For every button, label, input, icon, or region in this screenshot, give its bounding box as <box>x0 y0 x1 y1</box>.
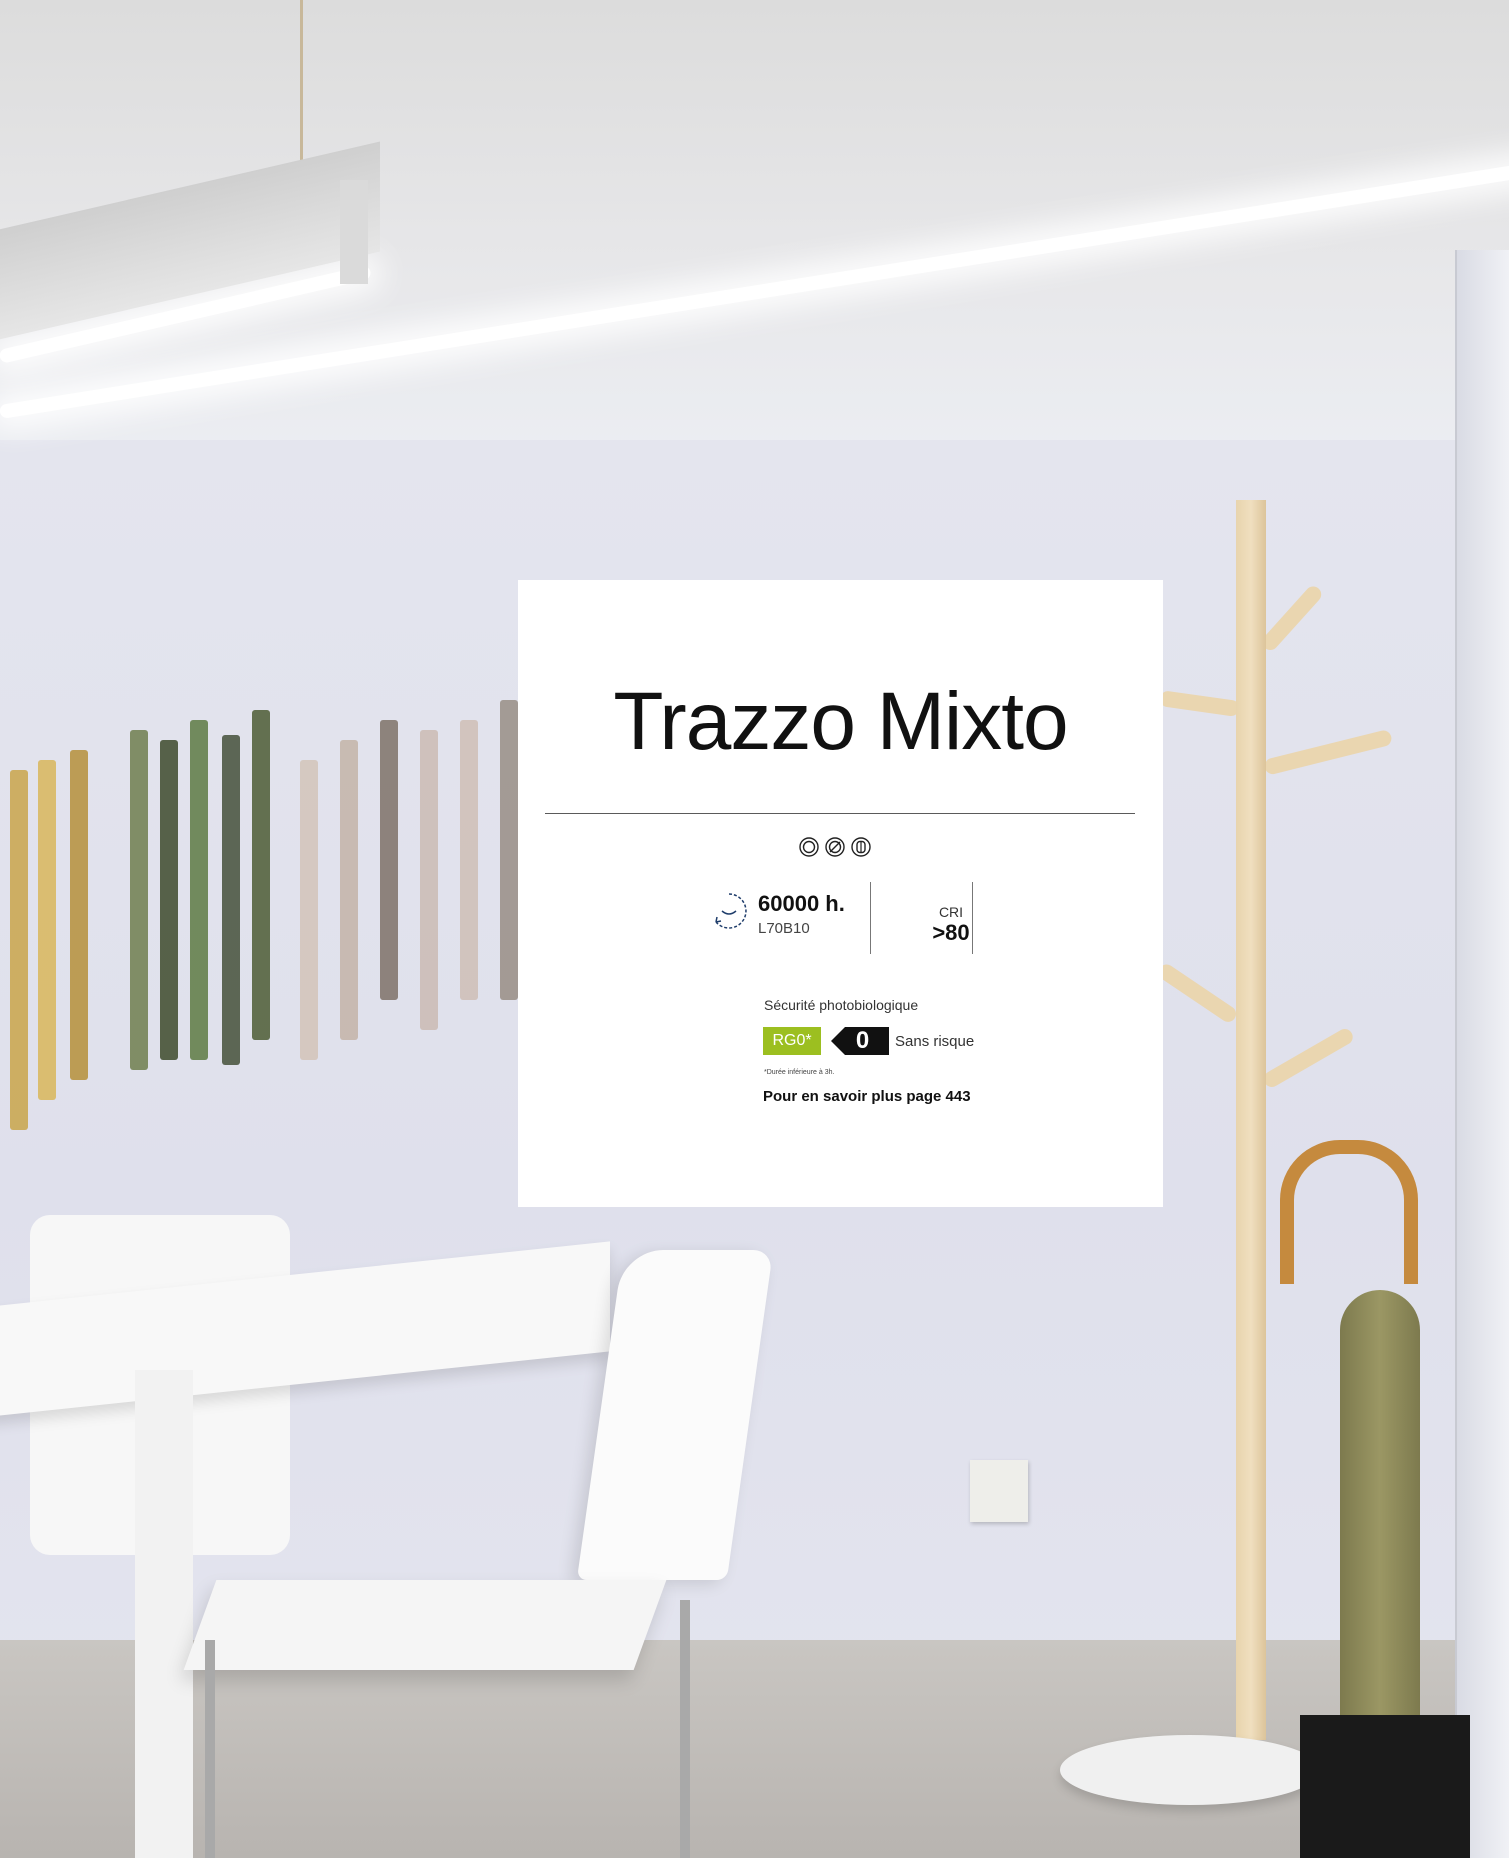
spec-row: 60000 h. L70B10 CRI >80 <box>708 882 1008 954</box>
spec-divider <box>870 882 871 954</box>
cri-label: CRI <box>938 904 964 920</box>
wall-switch <box>970 1460 1028 1522</box>
product-title: Trazzo Mixto <box>613 676 1068 767</box>
photobiological-title: Sécurité photobiologique <box>764 997 919 1013</box>
spec-divider <box>972 882 973 954</box>
risk-label: Sans risque <box>895 1033 975 1050</box>
feature-icons <box>799 837 871 857</box>
umbrella-handle <box>1280 1140 1418 1284</box>
driver-icon <box>851 837 871 857</box>
no-dim-icon <box>825 837 845 857</box>
umbrella-stand <box>1300 1715 1470 1858</box>
risk-group-badge: RG0* <box>763 1027 821 1055</box>
table-leg <box>135 1370 193 1858</box>
risk-number: 0 <box>855 1027 870 1054</box>
pendant-lamp-end <box>340 180 368 284</box>
chair-seat <box>183 1580 667 1670</box>
lifetime-rating: L70B10 <box>758 920 810 937</box>
glass-partition <box>1455 250 1509 1858</box>
product-card: Trazzo Mixto 60000 h. L70B10 CRI >80 Séc… <box>518 580 1163 1207</box>
chair-leg <box>680 1600 690 1858</box>
chair-leg <box>205 1640 215 1858</box>
lifetime-hours: 60000 h. <box>758 891 845 916</box>
dimmable-icon <box>799 837 819 857</box>
umbrella <box>1340 1290 1420 1760</box>
lifetime-clock-icon <box>715 893 747 929</box>
coat-rack-pole <box>1236 500 1266 1740</box>
more-info-link: Pour en savoir plus page 443 <box>763 1088 971 1105</box>
footnote: *Durée inférieure à 3h. <box>764 1069 835 1076</box>
title-divider <box>545 813 1135 814</box>
wall-artwork <box>0 700 520 1130</box>
coat-rack-base <box>1060 1735 1320 1805</box>
